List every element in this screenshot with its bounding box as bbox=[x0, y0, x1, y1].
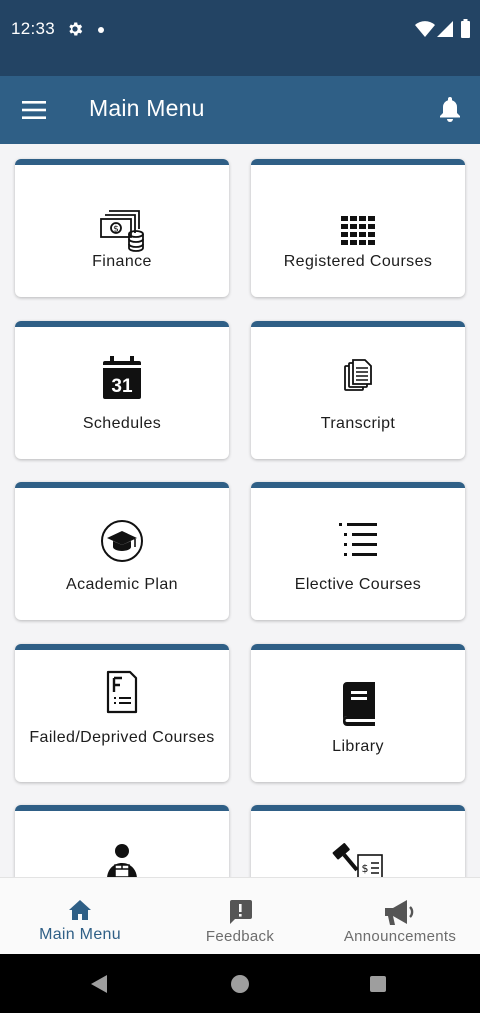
registered-courses-card[interactable]: Registered Courses bbox=[251, 159, 465, 297]
recent-apps-square-icon[interactable] bbox=[370, 976, 386, 992]
student-services-card[interactable] bbox=[15, 805, 229, 877]
status-time: 12:33 bbox=[11, 19, 56, 38]
failed-deprived-courses-card[interactable]: Failed/Deprived Courses bbox=[15, 644, 229, 782]
system-navigation-bar bbox=[0, 954, 480, 1013]
feedback-icon bbox=[230, 900, 252, 924]
card-accent-bar bbox=[251, 159, 465, 165]
person-package-icon bbox=[107, 844, 137, 877]
nav-announcements[interactable]: Announcements bbox=[320, 878, 480, 955]
status-bar: 12:33 bbox=[0, 0, 480, 76]
megaphone-icon bbox=[385, 900, 414, 925]
notifications-bell-icon[interactable] bbox=[439, 97, 461, 123]
card-accent-bar bbox=[251, 805, 465, 811]
signal-icon bbox=[437, 21, 453, 37]
calendar-day-number: 31 bbox=[111, 376, 133, 397]
card-accent-bar bbox=[15, 321, 229, 327]
book-icon bbox=[343, 682, 375, 726]
wifi-icon bbox=[415, 21, 435, 37]
card-accent-bar bbox=[15, 805, 229, 811]
transcript-label: Transcript bbox=[320, 415, 396, 432]
grid-icon bbox=[341, 216, 375, 245]
nav-main-menu[interactable]: Main Menu bbox=[0, 878, 160, 955]
cash-icon: $ bbox=[100, 210, 144, 252]
elective-courses-label: Elective Courses bbox=[294, 576, 422, 593]
app-bar: Main Menu bbox=[0, 76, 480, 144]
menu-grid: $ Finance Registered Courses 31 Schedule… bbox=[0, 144, 480, 877]
document-f-icon bbox=[106, 670, 138, 714]
elective-courses-card[interactable]: Elective Courses bbox=[251, 482, 465, 620]
hamburger-menu-icon[interactable] bbox=[22, 99, 46, 121]
card-accent-bar bbox=[15, 159, 229, 165]
graduation-cap-icon bbox=[101, 520, 143, 562]
back-triangle-icon[interactable] bbox=[90, 975, 108, 993]
list-icon bbox=[339, 523, 377, 556]
page-title: Main Menu bbox=[89, 95, 205, 121]
card-accent-bar bbox=[15, 482, 229, 488]
svg-text:$: $ bbox=[362, 862, 369, 875]
finance-label: Finance bbox=[92, 253, 152, 270]
registered-courses-label: Registered Courses bbox=[283, 253, 433, 270]
home-circle-icon[interactable] bbox=[231, 975, 249, 993]
fines-card[interactable]: $ bbox=[251, 805, 465, 877]
failed-deprived-courses-label: Failed/Deprived Courses bbox=[29, 729, 215, 746]
library-card[interactable]: Library bbox=[251, 644, 465, 782]
nav-main-menu-label: Main Menu bbox=[39, 926, 121, 943]
battery-icon bbox=[461, 19, 470, 38]
card-accent-bar bbox=[251, 321, 465, 327]
schedules-label: Schedules bbox=[82, 415, 162, 432]
settings-gear-icon bbox=[69, 22, 83, 36]
notification-dot-icon bbox=[98, 27, 104, 33]
finance-card[interactable]: $ Finance bbox=[15, 159, 229, 297]
card-accent-bar bbox=[15, 644, 229, 650]
academic-plan-label: Academic Plan bbox=[66, 576, 178, 593]
home-icon bbox=[69, 900, 91, 920]
nav-feedback[interactable]: Feedback bbox=[160, 878, 320, 955]
card-accent-bar bbox=[251, 644, 465, 650]
documents-icon bbox=[344, 359, 372, 391]
gavel-invoice-icon: $ bbox=[332, 843, 383, 877]
library-label: Library bbox=[332, 738, 384, 755]
transcript-card[interactable]: Transcript bbox=[251, 321, 465, 459]
svg-text:$: $ bbox=[113, 225, 119, 235]
card-accent-bar bbox=[251, 482, 465, 488]
bottom-navigation: Main Menu Feedback Announcements bbox=[0, 877, 480, 955]
nav-announcements-label: Announcements bbox=[343, 928, 457, 945]
academic-plan-card[interactable]: Academic Plan bbox=[15, 482, 229, 620]
schedules-card[interactable]: 31 Schedules bbox=[15, 321, 229, 459]
nav-feedback-label: Feedback bbox=[205, 928, 275, 945]
